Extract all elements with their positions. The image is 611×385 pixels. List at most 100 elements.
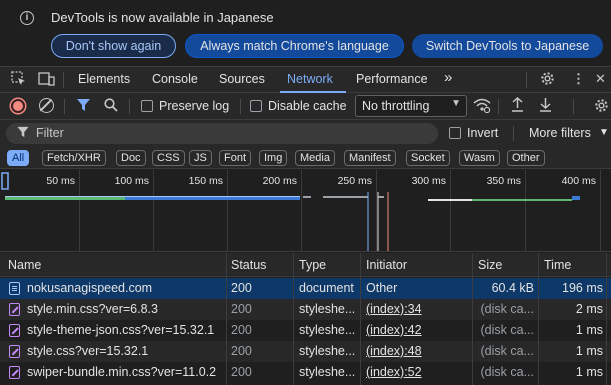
request-time: 2 ms bbox=[575, 302, 603, 316]
column-divider bbox=[472, 253, 473, 385]
request-time: 1 ms bbox=[575, 344, 603, 358]
request-initiator[interactable]: (index):48 bbox=[366, 344, 468, 358]
timeline-bar-edge bbox=[5, 196, 300, 197]
table-row[interactable]: style-theme-json.css?ver=15.32.1 200 style… bbox=[0, 320, 611, 341]
inspect-element-icon[interactable] bbox=[11, 71, 26, 89]
column-divider bbox=[360, 253, 361, 385]
type-filter-manifest[interactable]: Manifest bbox=[344, 150, 396, 166]
always-match-language-button[interactable]: Always match Chrome's language bbox=[185, 34, 404, 58]
request-name: swiper-bundle.min.css?ver=11.0.2 bbox=[27, 365, 217, 379]
disable-cache-checkbox[interactable] bbox=[250, 100, 262, 112]
timeline-bar-small bbox=[572, 196, 580, 200]
table-row[interactable]: style.css?ver=15.32.1 200 styleshe... (inde… bbox=[0, 341, 611, 362]
request-type: styleshe... bbox=[299, 365, 356, 379]
column-header-name[interactable]: Name bbox=[8, 258, 41, 272]
request-type: document bbox=[299, 281, 354, 295]
table-row[interactable]: style.min.css?ver=6.8.3 200 styleshe... (in… bbox=[0, 299, 611, 320]
timeline-overview[interactable]: 50 ms 100 ms 150 ms 200 ms 250 ms 300 ms… bbox=[0, 170, 611, 252]
panel-tab-bar: Elements Console Sources Network Perform… bbox=[0, 66, 611, 93]
request-time: 1 ms bbox=[575, 323, 603, 337]
disable-cache-label: Disable cache bbox=[268, 99, 347, 113]
divider bbox=[573, 99, 574, 114]
more-options-icon[interactable]: ⋮ bbox=[572, 71, 585, 87]
column-divider bbox=[226, 253, 227, 385]
preserve-log-label: Preserve log bbox=[159, 99, 230, 113]
throttling-select[interactable]: No throttling ▼ bbox=[355, 95, 467, 117]
timeline-bar-small bbox=[323, 196, 368, 198]
type-filter-img[interactable]: Img bbox=[259, 150, 288, 166]
column-header-size[interactable]: Size bbox=[478, 258, 502, 272]
export-har-icon[interactable] bbox=[539, 97, 552, 115]
request-initiator: Other bbox=[366, 281, 398, 295]
stop-recording-icon[interactable] bbox=[11, 99, 25, 113]
request-status: 200 bbox=[231, 344, 252, 358]
divider bbox=[64, 99, 65, 114]
more-filters-dropdown[interactable]: More filters bbox=[529, 126, 591, 140]
type-filter-wasm[interactable]: Wasm bbox=[459, 150, 500, 166]
filter-funnel-icon bbox=[17, 126, 29, 141]
stylesheet-file-icon bbox=[9, 324, 20, 337]
request-name: style-theme-json.css?ver=15.32.1 bbox=[27, 323, 215, 337]
request-status: 200 bbox=[231, 323, 252, 337]
device-toolbar-icon[interactable] bbox=[38, 71, 55, 89]
tab-network[interactable]: Network bbox=[287, 72, 333, 86]
filter-funnel-icon[interactable] bbox=[77, 98, 90, 115]
search-icon[interactable] bbox=[104, 98, 118, 115]
table-row[interactable]: nokusanagispeed.com 200 document Other 60.4 … bbox=[0, 278, 611, 299]
dont-show-again-button[interactable]: Don't show again bbox=[51, 34, 176, 58]
timeline-bar-small bbox=[303, 196, 311, 198]
timeline-bar-small bbox=[472, 199, 572, 201]
column-header-initiator[interactable]: Initiator bbox=[366, 258, 407, 272]
request-status: 200 bbox=[231, 281, 252, 295]
tab-performance[interactable]: Performance bbox=[356, 72, 428, 86]
import-har-icon[interactable] bbox=[511, 96, 524, 115]
type-filter-doc[interactable]: Doc bbox=[116, 150, 146, 166]
type-filter-css[interactable]: CSS bbox=[152, 150, 185, 166]
request-size: (disk ca... bbox=[480, 323, 535, 337]
request-name: nokusanagispeed.com bbox=[27, 281, 153, 295]
column-header-time[interactable]: Time bbox=[544, 258, 571, 272]
network-settings-gear-icon[interactable] bbox=[594, 98, 609, 116]
type-filter-fetch-xhr[interactable]: Fetch/XHR bbox=[42, 150, 106, 166]
settings-gear-icon[interactable] bbox=[540, 71, 555, 89]
request-initiator[interactable]: (index):52 bbox=[366, 365, 468, 379]
more-tabs-icon[interactable]: » bbox=[444, 69, 452, 86]
column-divider bbox=[606, 253, 607, 385]
filter-placeholder: Filter bbox=[36, 126, 64, 140]
clear-log-icon[interactable] bbox=[39, 98, 54, 113]
type-filter-all[interactable]: All bbox=[7, 150, 30, 166]
tab-console[interactable]: Console bbox=[152, 72, 198, 86]
column-divider bbox=[293, 253, 294, 385]
divider bbox=[498, 99, 499, 114]
type-filter-js[interactable]: JS bbox=[189, 150, 212, 166]
tab-elements[interactable]: Elements bbox=[78, 72, 130, 86]
type-filter-socket[interactable]: Socket bbox=[406, 150, 450, 166]
request-initiator[interactable]: (index):34 bbox=[366, 302, 468, 316]
column-header-type[interactable]: Type bbox=[299, 258, 326, 272]
document-file-icon bbox=[9, 282, 20, 295]
request-time: 1 ms bbox=[575, 365, 603, 379]
filter-input[interactable]: Filter bbox=[6, 123, 438, 144]
table-row[interactable]: swiper-bundle.min.css?ver=11.0.2 200 style… bbox=[0, 362, 611, 383]
type-filter-media[interactable]: Media bbox=[295, 150, 335, 166]
switch-to-japanese-button[interactable]: Switch DevTools to Japanese bbox=[412, 34, 603, 58]
invert-checkbox[interactable] bbox=[449, 127, 461, 139]
column-header-status[interactable]: Status bbox=[231, 258, 266, 272]
close-devtools-icon[interactable]: ✕ bbox=[595, 71, 606, 87]
request-type: styleshe... bbox=[299, 323, 356, 337]
network-conditions-icon[interactable] bbox=[473, 97, 491, 116]
tab-sources[interactable]: Sources bbox=[219, 72, 265, 86]
divider bbox=[240, 99, 241, 114]
stylesheet-file-icon bbox=[9, 366, 20, 379]
stylesheet-file-icon bbox=[9, 345, 20, 358]
preserve-log-checkbox[interactable] bbox=[141, 100, 153, 112]
request-initiator[interactable]: (index):42 bbox=[366, 323, 468, 337]
request-table-header: Name Status Type Initiator Size Time bbox=[0, 253, 611, 277]
request-name: style.min.css?ver=6.8.3 bbox=[27, 302, 158, 316]
type-filter-other[interactable]: Other bbox=[507, 150, 545, 166]
throttling-value: No throttling bbox=[362, 99, 430, 113]
info-icon: i bbox=[20, 11, 34, 25]
stylesheet-file-icon bbox=[9, 303, 20, 316]
request-status: 200 bbox=[231, 302, 252, 316]
type-filter-font[interactable]: Font bbox=[219, 150, 252, 166]
